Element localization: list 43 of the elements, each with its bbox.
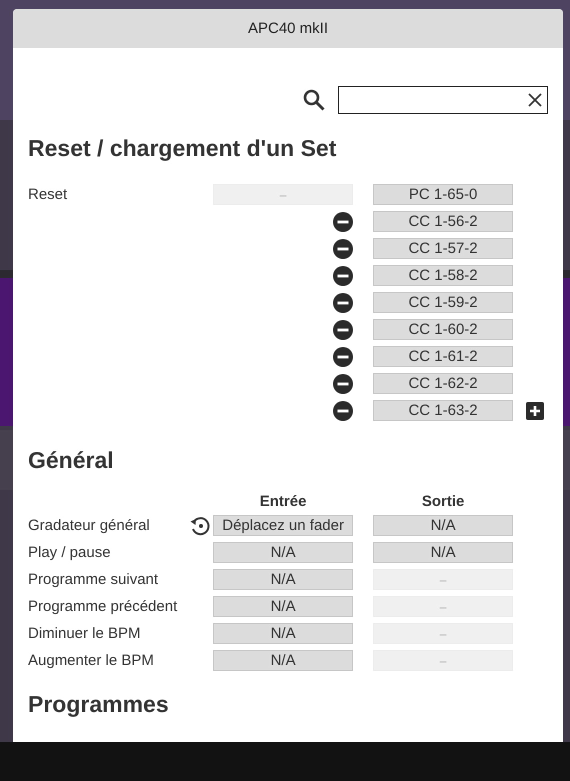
midi-output-field[interactable]: CC 1-60-2: [373, 319, 514, 340]
column-header: Sortie: [420, 492, 466, 510]
row-label: Reset: [28, 186, 68, 203]
midi-output-field[interactable]: CC 1-62-2: [373, 373, 514, 394]
remove-icon[interactable]: [333, 346, 354, 366]
row-label: Play / pause: [28, 544, 111, 561]
search-icon[interactable]: [302, 88, 326, 112]
midi-input-field[interactable]: N/A: [213, 623, 354, 644]
search-field[interactable]: [338, 86, 548, 114]
section-heading: Général: [28, 446, 115, 474]
midi-output-field[interactable]: CC 1-58-2: [373, 265, 514, 286]
remove-icon[interactable]: [333, 212, 354, 232]
row-label: Programme précédent: [28, 598, 178, 615]
remove-icon[interactable]: [333, 238, 354, 258]
section-heading: Programmes: [28, 690, 170, 718]
midi-input-field[interactable]: N/A: [213, 650, 354, 671]
midi-input-field[interactable]: N/A: [213, 596, 354, 617]
midi-output-field[interactable]: CC 1-59-2: [373, 292, 514, 313]
remove-icon[interactable]: [333, 320, 354, 340]
window-title: APC40 mkII: [248, 20, 328, 37]
midi-input-field[interactable]: N/A: [213, 542, 354, 563]
column-header: Entrée: [258, 492, 308, 510]
row-label: Gradateur général: [28, 517, 150, 534]
midi-output-field[interactable]: CC 1-61-2: [373, 346, 514, 367]
midi-output-field[interactable]: N/A: [373, 542, 514, 563]
midi-input-field[interactable]: Déplacez un fader: [213, 515, 354, 536]
close-icon[interactable]: [528, 93, 542, 107]
remove-icon[interactable]: [333, 374, 354, 394]
section-heading: Reset / chargement d'un Set: [28, 134, 338, 162]
remove-icon[interactable]: [333, 400, 354, 420]
midi-output-field[interactable]: CC 1-63-2: [373, 400, 514, 421]
row-label: Programme suivant: [28, 571, 158, 588]
add-icon[interactable]: [526, 402, 544, 420]
midi-output-field[interactable]: PC 1-65-0: [373, 184, 514, 205]
history-icon[interactable]: [189, 514, 212, 536]
row-label: Augmenter le BPM: [28, 652, 154, 669]
midi-output-field[interactable]: CC 1-57-2: [373, 238, 514, 259]
remove-icon[interactable]: [333, 292, 354, 312]
row-label: Diminuer le BPM: [28, 625, 141, 642]
midi-output-field[interactable]: N/A: [373, 515, 514, 536]
midi-output-field[interactable]: CC 1-56-2: [373, 211, 514, 232]
remove-icon[interactable]: [333, 266, 354, 286]
midi-input-field[interactable]: N/A: [213, 569, 354, 590]
